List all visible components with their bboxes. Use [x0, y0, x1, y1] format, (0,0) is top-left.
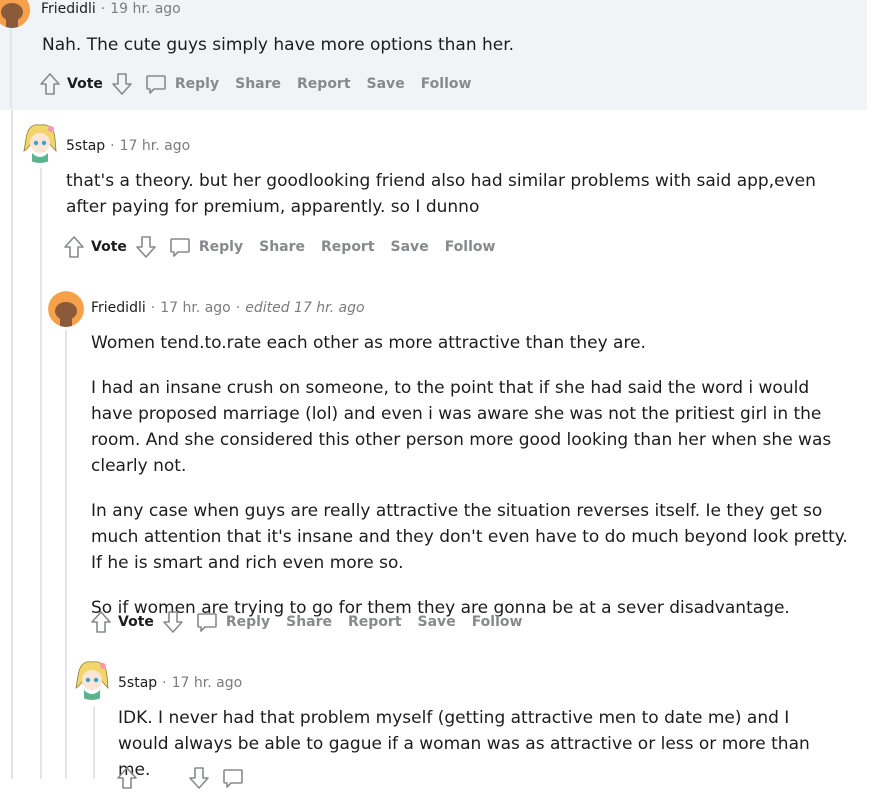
comment-bubble-icon[interactable] [220, 764, 246, 792]
comment-paragraph: In any case when guys are really attract… [91, 501, 848, 573]
report-button[interactable]: Report [297, 76, 351, 92]
anime-avatar-icon [70, 656, 114, 700]
comment-bubble-icon[interactable] [143, 70, 169, 98]
save-button[interactable]: Save [418, 614, 456, 630]
comment-body: Women tend.to.rate each other as more at… [91, 330, 851, 640]
timestamp[interactable]: 17 hr. ago [160, 300, 231, 316]
downvote-icon[interactable] [160, 608, 186, 636]
thread-line[interactable] [11, 110, 13, 779]
save-button[interactable]: Save [391, 239, 429, 255]
avatar[interactable] [18, 119, 62, 163]
comment-actions: Vote Reply Share Report Save Follow [37, 70, 487, 98]
comment-meta: 5stap · 17 hr. ago [118, 675, 242, 691]
follow-button[interactable]: Follow [472, 614, 523, 630]
author-name[interactable]: Friedidli [41, 1, 96, 17]
save-button[interactable]: Save [367, 76, 405, 92]
comment-meta: Friedidli · 19 hr. ago [41, 1, 181, 17]
thread-line[interactable] [10, 28, 12, 108]
comment-bubble-icon[interactable] [194, 608, 220, 636]
meta-separator: · [162, 675, 167, 691]
timestamp[interactable]: 19 hr. ago [110, 1, 181, 17]
anime-avatar-icon [18, 119, 62, 163]
vote-count: Vote [67, 76, 103, 92]
upvote-icon[interactable] [88, 608, 114, 636]
thread-line[interactable] [40, 168, 42, 779]
timestamp[interactable]: 17 hr. ago [172, 675, 243, 691]
reply-button[interactable]: Reply [175, 76, 219, 92]
meta-separator: · [150, 300, 156, 316]
downvote-icon[interactable] [133, 233, 159, 261]
meta-separator: · [100, 1, 106, 17]
comment-actions: Vote Reply Share Report Save Follow [88, 608, 538, 636]
upvote-icon[interactable] [114, 764, 140, 792]
author-name[interactable]: 5stap [118, 675, 157, 691]
comment-bubble-icon[interactable] [167, 233, 193, 261]
share-button[interactable]: Share [235, 76, 281, 92]
share-button[interactable]: Share [259, 239, 305, 255]
comment-paragraph: Nah. The cute guys simply have more opti… [42, 35, 515, 55]
upvote-icon[interactable] [37, 70, 63, 98]
follow-button[interactable]: Follow [445, 239, 496, 255]
comment-paragraph: that's a theory. but her goodlooking fri… [66, 171, 816, 217]
comment-meta: 5stap · 17 hr. ago [66, 138, 190, 154]
timestamp[interactable]: 17 hr. ago [120, 138, 191, 154]
report-button[interactable]: Report [321, 239, 375, 255]
author-name[interactable]: 5stap [66, 138, 105, 154]
comment-paragraph: I had an insane crush on someone, to the… [91, 378, 832, 476]
vote-count: Vote [91, 239, 127, 255]
avatar[interactable] [70, 656, 114, 700]
meta-separator: · [235, 300, 241, 316]
edited-label: edited 17 hr. ago [245, 300, 365, 316]
follow-button[interactable]: Follow [421, 76, 472, 92]
comment-actions: Vote Reply Share Report Save Follow [61, 233, 511, 261]
downvote-icon[interactable] [186, 764, 212, 792]
thread-line[interactable] [93, 706, 95, 779]
meta-separator: · [110, 138, 115, 154]
vote-count: Vote [118, 614, 154, 630]
downvote-icon[interactable] [109, 70, 135, 98]
avatar[interactable] [48, 291, 84, 327]
upvote-icon[interactable] [61, 233, 87, 261]
author-name[interactable]: Friedidli [91, 300, 146, 316]
reply-button[interactable]: Reply [226, 614, 270, 630]
thread-line[interactable] [65, 330, 67, 779]
comment-paragraph: Women tend.to.rate each other as more at… [91, 333, 646, 353]
share-button[interactable]: Share [286, 614, 332, 630]
comment-body: that's a theory. but her goodlooking fri… [66, 168, 856, 239]
comment-actions: Vote [114, 764, 252, 792]
snoo-avatar-icon [48, 291, 84, 327]
reply-button[interactable]: Reply [199, 239, 243, 255]
comment-meta: Friedidli · 17 hr. ago · edited 17 hr. ago [91, 300, 365, 316]
report-button[interactable]: Report [348, 614, 402, 630]
